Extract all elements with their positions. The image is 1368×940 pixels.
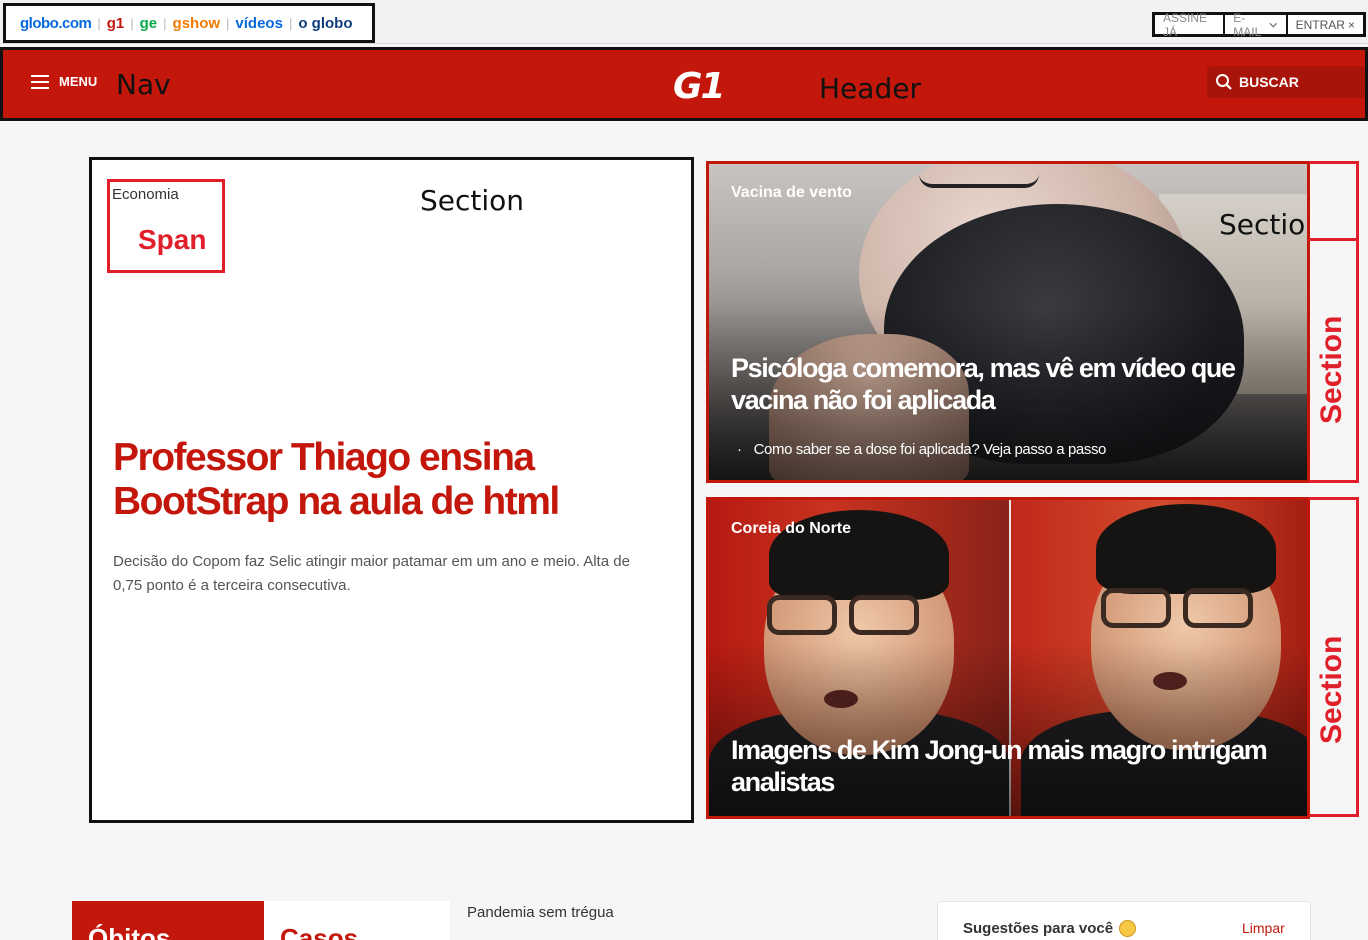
subscribe-link[interactable]: ASSINE JÁ (1155, 11, 1226, 39)
brand-link-oglobo[interactable]: o globo (298, 15, 352, 32)
section-annotation: Section (1219, 208, 1307, 241)
side-story-coreia[interactable]: Coreia do Norte Imagens de Kim Jong-un m… (706, 497, 1310, 819)
brand-link-gshow[interactable]: gshow (173, 15, 221, 32)
section-annotation-vertical: Section (1315, 635, 1348, 744)
story-kicker: Coreia do Norte (731, 520, 852, 537)
brand-link-globo[interactable]: globo.com (20, 15, 92, 32)
brand-link-g1[interactable]: g1 (107, 15, 125, 32)
nav-annotation: Nav (116, 68, 171, 101)
suggestions-panel: Sugestões para você Limpar (937, 901, 1311, 940)
story-title[interactable]: Psicóloga comemora, mas vê em vídeo que … (731, 352, 1291, 416)
brand-link-videos[interactable]: vídeos (235, 15, 283, 32)
section-label[interactable]: Economia (112, 186, 179, 203)
email-label: E-MAIL (1233, 10, 1262, 39)
smiley-icon (1119, 919, 1137, 937)
login-link[interactable]: ENTRAR × (1288, 15, 1363, 34)
cases-widget[interactable]: Casos (264, 901, 450, 940)
story-title[interactable]: Imagens de Kim Jong-un mais magro intrig… (731, 734, 1291, 798)
email-link[interactable]: E-MAIL (1225, 11, 1288, 39)
menu-button[interactable]: MENU (31, 74, 97, 89)
cases-label: Casos (280, 923, 359, 940)
search-label: BUSCAR (1239, 74, 1299, 90)
hamburger-icon (31, 74, 49, 89)
search-icon (1216, 74, 1232, 90)
main-headline[interactable]: Professor Thiago ensina BootStrap na aul… (113, 436, 633, 524)
header-annotation: Header (819, 72, 921, 105)
story-kicker: Vacina de vento (731, 184, 852, 201)
globo-topbar: globo.com | g1 | ge | gshow | vídeos | o… (0, 0, 1368, 44)
clear-button[interactable]: Limpar (1242, 920, 1285, 936)
suggestions-title: Sugestões para você (963, 919, 1137, 938)
suggestions-title-text: Sugestões para você (963, 920, 1114, 937)
g1-logo[interactable]: G1 (673, 66, 726, 107)
separator: | (288, 15, 293, 31)
side-story-vacina[interactable]: Vacina de vento Section Psicóloga comemo… (706, 161, 1310, 483)
close-icon: × (1347, 17, 1355, 32)
span-annotation: Span (138, 224, 207, 255)
site-header: MENU Nav G1 Header BUSCAR (0, 47, 1368, 121)
brand-link-ge[interactable]: ge (140, 15, 158, 32)
deaths-widget[interactable]: Óbitos (72, 901, 264, 940)
separator: | (226, 15, 230, 31)
main-summary: Decisão do Copom faz Selic atingir maior… (113, 553, 630, 594)
separator: | (130, 15, 134, 31)
search-button[interactable]: BUSCAR (1207, 66, 1365, 98)
brand-links: globo.com | g1 | ge | gshow | vídeos | o… (3, 3, 375, 43)
separator: | (97, 15, 101, 31)
section-annotation-vertical: Section (1315, 315, 1348, 424)
login-label: ENTRAR (1295, 17, 1345, 32)
menu-label: MENU (59, 74, 98, 89)
separator: | (163, 15, 167, 31)
chevron-down-icon (1269, 22, 1278, 28)
deaths-label: Óbitos (88, 923, 171, 940)
main-story-section[interactable]: Economia Span Section Professor Thiago e… (89, 157, 694, 823)
pandemia-label: Pandemia sem trégua (467, 904, 614, 921)
section-annotation: Section (420, 184, 525, 217)
account-links: ASSINE JÁ E-MAIL ENTRAR × (1152, 11, 1366, 39)
related-link[interactable]: Como saber se a dose foi aplicada? Veja … (737, 441, 1107, 458)
mask-photo (709, 164, 1307, 480)
